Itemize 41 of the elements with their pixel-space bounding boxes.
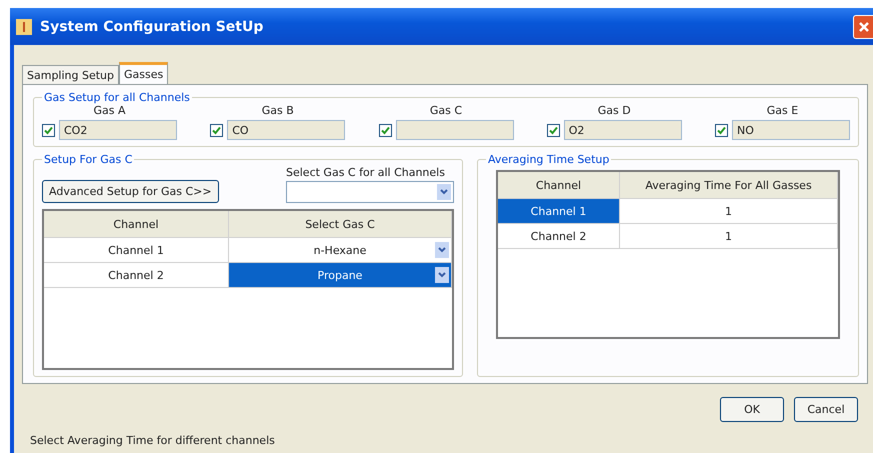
checkbox[interactable] <box>210 124 224 136</box>
checkbox[interactable] <box>42 124 55 136</box>
group-title: Averaging Time Setup <box>487 153 610 166</box>
table-cell[interactable]: Channel 2 <box>498 224 620 248</box>
gas-dropdown[interactable]: n-Hexane <box>229 238 452 262</box>
gas-c-dropdown[interactable] <box>286 181 454 203</box>
advanced-setup-button[interactable]: Advanced Setup for Gas C>> <box>42 180 219 203</box>
column-header: Channel <box>498 172 620 198</box>
dialog-button[interactable]: Cancel <box>794 397 858 422</box>
checkbox[interactable] <box>378 124 392 136</box>
gas-label: Gas C <box>430 104 462 117</box>
status-text: Select Averaging Time for different channels <box>29 433 276 447</box>
gas-label: Gas D <box>598 104 631 117</box>
group-title: Gas Setup for all Channels <box>43 91 191 104</box>
close-icon <box>858 20 870 32</box>
table-cell: Channel 1 <box>44 238 229 262</box>
group-title: Setup For Gas C <box>43 153 134 166</box>
gas-field[interactable]: O2 <box>564 120 682 140</box>
checkbox[interactable] <box>546 124 560 136</box>
gas-field[interactable] <box>396 120 514 140</box>
gas-label: Gas E <box>766 104 798 117</box>
column-header: Select Gas C <box>229 211 452 237</box>
select-label: Select Gas C for all Channels <box>286 166 446 179</box>
gas-dropdown[interactable]: Propane <box>229 263 452 287</box>
column-header: Channel <box>44 211 229 237</box>
column-header: Averaging Time For All Gasses <box>620 172 838 198</box>
checkbox[interactable] <box>715 124 728 136</box>
gas-field[interactable]: CO <box>227 120 346 140</box>
tab[interactable]: Sampling Setup <box>22 65 120 84</box>
gas-field[interactable]: CO2 <box>59 120 177 140</box>
table-cell: 1 <box>620 199 838 223</box>
gas-field[interactable]: NO <box>732 120 850 140</box>
app-icon <box>16 18 32 34</box>
gas-label: Gas A <box>93 104 126 117</box>
tab[interactable]: Gasses <box>119 62 168 84</box>
close-button[interactable] <box>853 14 873 38</box>
window-title: System Configuration SetUp <box>40 18 264 34</box>
gas-label: Gas B <box>262 104 294 117</box>
table-cell[interactable]: Channel 1 <box>498 199 620 223</box>
table-cell: 1 <box>620 224 838 248</box>
dialog-button[interactable]: OK <box>720 397 784 422</box>
